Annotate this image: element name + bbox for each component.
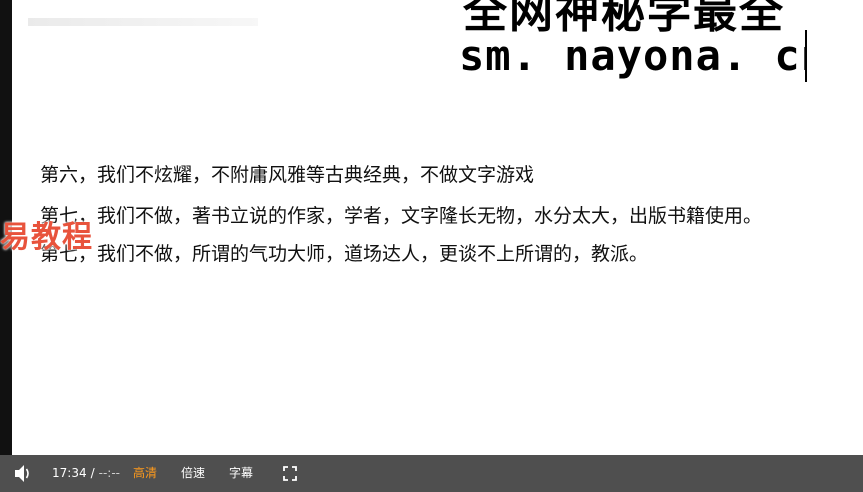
content-line-3: 第七，我们不做，所谓的气功大师，道场达人，更谈不上所谓的，教派。 [40, 243, 649, 265]
content-line-1: 第六，我们不炫耀，不附庸风雅等古典经典，不做文字游戏 [40, 164, 535, 186]
watermark: 全网神秘学最全 sm. nayona. cn [459, 0, 807, 82]
content-line-2: 第七，我们不做，著书立说的作家，学者，文字隆长无物，水分太大，出版书籍使用。 [40, 205, 763, 227]
player-control-bar: 17:34/--:-- 高清 倍速 字幕 [0, 455, 863, 492]
text-cursor [805, 30, 807, 82]
faint-top-smudge [28, 18, 258, 26]
speed-button[interactable]: 倍速 [181, 455, 205, 492]
time-separator: / [90, 466, 95, 480]
fullscreen-icon[interactable] [282, 455, 300, 492]
duration: --:-- [98, 466, 121, 480]
time-display: 17:34/--:-- [52, 455, 120, 492]
subtitle-button[interactable]: 字幕 [229, 455, 253, 492]
current-time: 17:34 [52, 466, 87, 480]
watermark-url: sm. nayona. cn [459, 31, 807, 80]
overlay-watermark-stamp: 易教程 [0, 220, 93, 255]
quality-button[interactable]: 高清 [133, 455, 157, 492]
video-player: 全网神秘学最全 sm. nayona. cn 第六，我们不炫耀，不附庸风雅等古典… [0, 0, 863, 492]
volume-icon[interactable] [12, 455, 34, 492]
